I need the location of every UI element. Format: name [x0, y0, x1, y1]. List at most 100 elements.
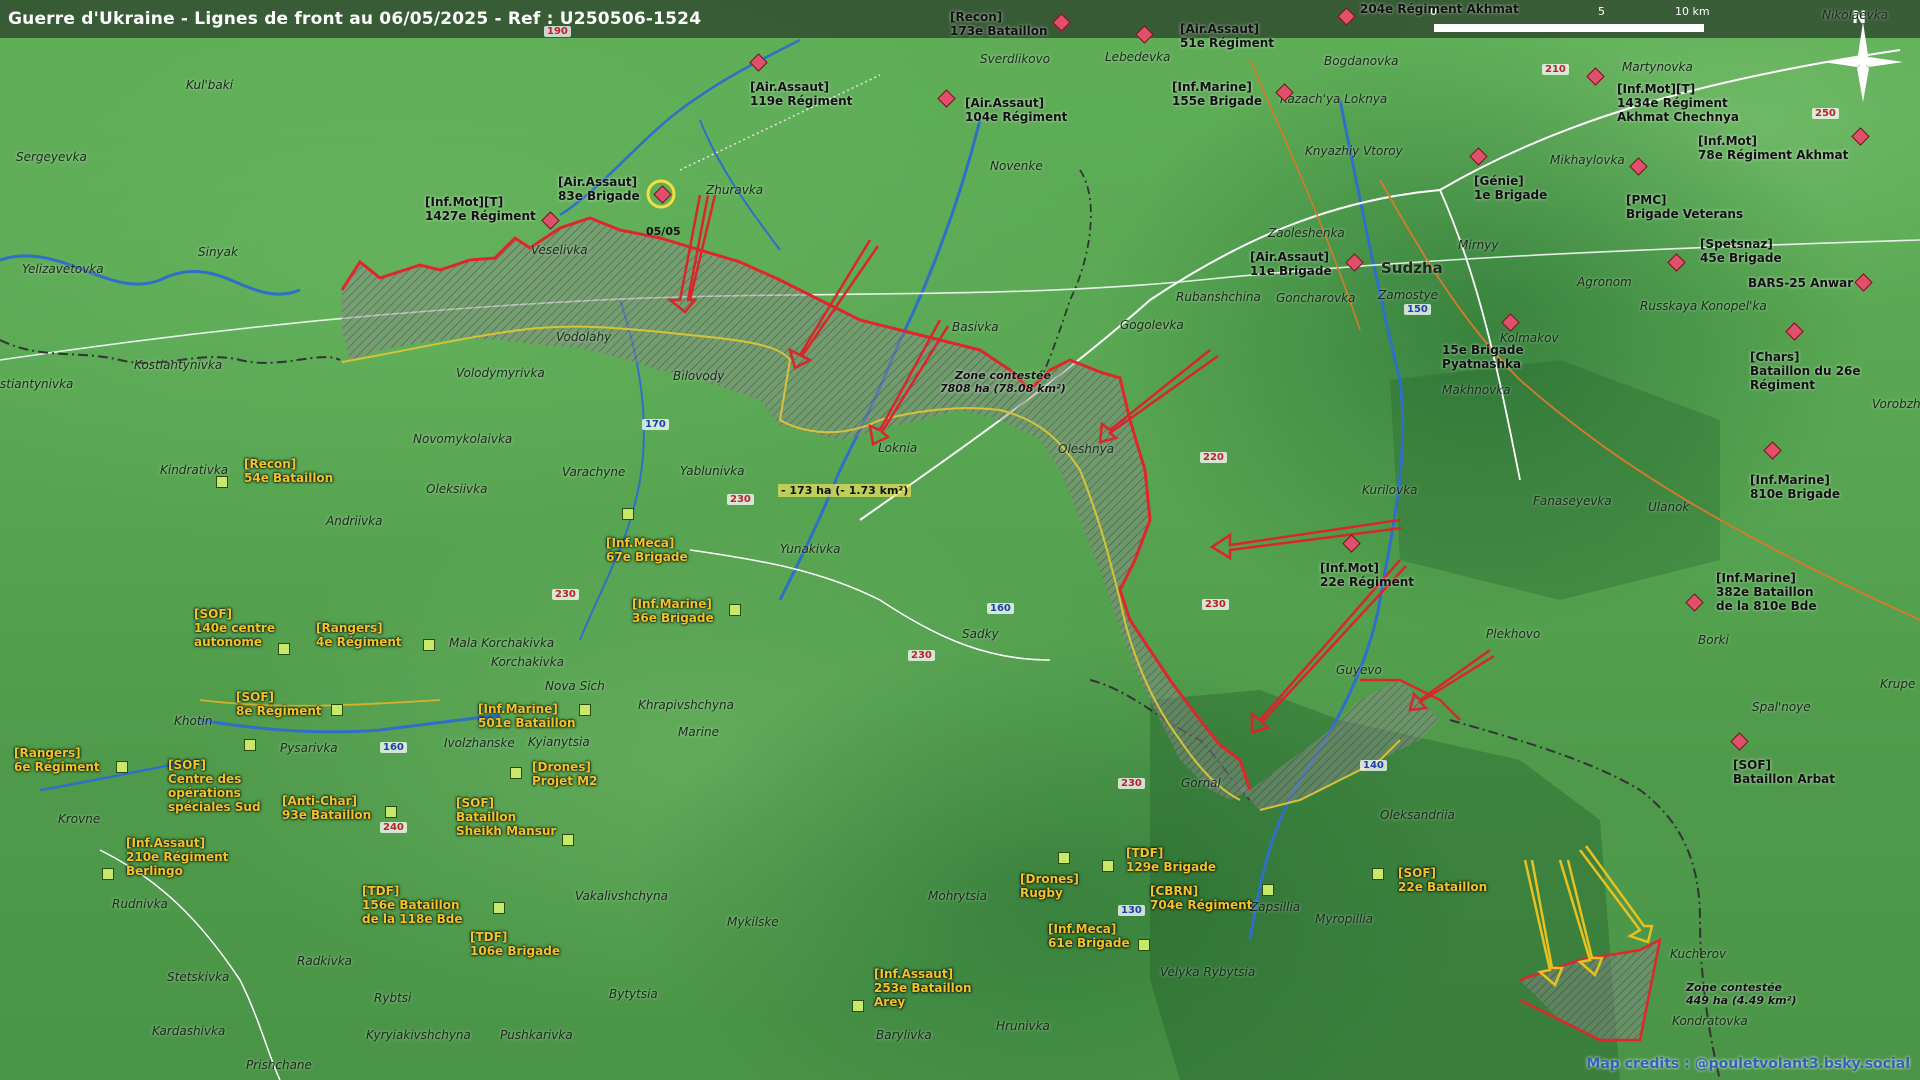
town-label: Khotin — [174, 714, 213, 728]
ua-unit-marker[interactable] — [116, 761, 128, 773]
ua-unit-label[interactable]: [Rangers] 4e Régiment — [316, 621, 402, 649]
ua-unit-marker[interactable] — [510, 767, 522, 779]
map-canvas[interactable]: Guerre d'Ukraine - Lignes de front au 06… — [0, 0, 1920, 1080]
town-label: Velyka Rybytsia — [1160, 965, 1256, 979]
town-label: Kucherov — [1670, 947, 1727, 961]
ru-unit-label[interactable]: [Inf.Mot] 22e Régiment — [1320, 561, 1414, 589]
town-label: Yablunivka — [680, 464, 745, 478]
ua-unit-marker[interactable] — [852, 1000, 864, 1012]
town-label: Goncharovka — [1276, 291, 1356, 305]
ua-unit-marker[interactable] — [331, 704, 343, 716]
ua-unit-label[interactable]: [SOF] 8e Régiment — [236, 690, 322, 718]
ua-unit-label[interactable]: [SOF] 140e centre autonome — [194, 607, 275, 649]
ua-unit-label[interactable]: [Drones] Projet M2 — [532, 760, 597, 788]
ua-unit-marker[interactable] — [622, 508, 634, 520]
ua-unit-marker[interactable] — [729, 604, 741, 616]
ru-unit-label[interactable]: [Recon] 173e Bataillon — [950, 10, 1048, 38]
town-label: Gogolevka — [1120, 318, 1184, 332]
map-title: Guerre d'Ukraine - Lignes de front au 06… — [8, 9, 702, 29]
ru-unit-label[interactable]: [Chars] Bataillon du 26e Régiment — [1750, 350, 1861, 392]
ua-unit-marker[interactable] — [1372, 868, 1384, 880]
town-label: Marine — [678, 725, 719, 739]
ua-unit-label[interactable]: [Inf.Meca] 67e Brigade — [606, 536, 688, 564]
ua-unit-label[interactable]: [Inf.Meca] 61e Brigade — [1048, 922, 1130, 950]
ua-unit-marker[interactable] — [1262, 884, 1274, 896]
ua-unit-marker[interactable] — [493, 902, 505, 914]
town-label: Vorobzh — [1872, 397, 1920, 411]
town-label: Sinyak — [198, 245, 238, 259]
ru-unit-label[interactable]: 204e Régiment Akhmat — [1360, 2, 1519, 16]
ru-unit-label[interactable]: [SOF] Bataillon Arbat — [1733, 758, 1835, 786]
town-label: Bogdanovka — [1324, 54, 1399, 68]
town-label: Vakalivshchyna — [575, 889, 668, 903]
ua-unit-label[interactable]: [SOF] Bataillon Sheikh Mansur — [456, 796, 556, 838]
town-label: Mohrytsia — [928, 889, 987, 903]
scale-mid: 5 — [1598, 5, 1605, 18]
ua-unit-marker[interactable] — [216, 476, 228, 488]
town-label: Borki — [1698, 633, 1729, 647]
ru-unit-label[interactable]: BARS-25 Anwar — [1748, 276, 1853, 290]
ru-unit-label[interactable]: 15e Brigade Pyatnashka — [1442, 343, 1524, 371]
road-number: 230 — [552, 589, 579, 600]
ua-unit-marker[interactable] — [244, 739, 256, 751]
town-label: Prishchane — [246, 1058, 312, 1072]
ru-unit-label[interactable]: [Inf.Mot] 78e Régiment Akhmat — [1698, 134, 1848, 162]
ru-unit-label[interactable]: [Inf.Mot][T] 1434e Régiment Akhmat Chechny… — [1617, 82, 1739, 124]
ua-unit-marker[interactable] — [579, 704, 591, 716]
ua-unit-label[interactable]: [Inf.Assaut] 210e Régiment Berlingo — [126, 836, 228, 878]
ua-unit-label[interactable]: [Drones] Rugby — [1020, 872, 1079, 900]
ua-unit-label[interactable]: [Anti-Char] 93e Bataillon — [282, 794, 371, 822]
town-label: Fanaseyevka — [1533, 494, 1612, 508]
ru-unit-label[interactable]: [Air.Assaut] 104e Régiment — [965, 96, 1067, 124]
ua-unit-label[interactable]: [TDF] 106e Brigade — [470, 930, 560, 958]
ru-unit-label[interactable]: [Inf.Marine] 155e Brigade — [1172, 80, 1262, 108]
town-label: Russkaya Konopel'ka — [1640, 299, 1767, 313]
ua-unit-marker[interactable] — [423, 639, 435, 651]
ru-unit-label[interactable]: [Air.Assaut] 119e Régiment — [750, 80, 852, 108]
ua-unit-marker[interactable] — [102, 868, 114, 880]
date-marker: 05/05 — [646, 225, 681, 238]
ua-unit-label[interactable]: [CBRN] 704e Régiment — [1150, 884, 1252, 912]
ua-unit-label[interactable]: [Rangers] 6e Régiment — [14, 746, 100, 774]
town-label: Guyevo — [1336, 663, 1382, 677]
ua-unit-label[interactable]: [Recon] 54e Bataillon — [244, 457, 333, 485]
town-label: Bytytsia — [609, 987, 658, 1001]
ua-unit-label[interactable]: [Inf.Marine] 36e Brigade — [632, 597, 714, 625]
ua-unit-marker[interactable] — [1138, 939, 1150, 951]
ru-unit-label[interactable]: [Génie] 1e Brigade — [1474, 174, 1547, 202]
ua-unit-marker[interactable] — [1058, 852, 1070, 864]
ru-unit-label[interactable]: [Inf.Mot][T] 1427e Régiment — [425, 195, 536, 223]
ua-unit-label[interactable]: [TDF] 156e Bataillon de la 118e Bde — [362, 884, 463, 926]
town-label: Kul'baki — [186, 78, 234, 92]
ua-unit-label[interactable]: [SOF] 22e Bataillon — [1398, 866, 1487, 894]
map-credits[interactable]: Map credits : @pouletvolant3.bsky.social — [1586, 1056, 1910, 1072]
road-number: 150 — [1404, 304, 1431, 315]
road-number: 230 — [1202, 599, 1229, 610]
ru-unit-label[interactable]: [Inf.Marine] 810e Brigade — [1750, 473, 1840, 501]
town-label: Kostiantynivka — [134, 358, 223, 372]
town-label: Radkivka — [297, 954, 352, 968]
town-label: Spal'noye — [1752, 700, 1811, 714]
ru-unit-label[interactable]: [PMC] Brigade Veterans — [1626, 193, 1743, 221]
town-label: Bilovody — [673, 369, 725, 383]
town-label-major: Sudzha — [1381, 259, 1443, 277]
town-label: Barylivka — [876, 1028, 932, 1042]
town-label: Varachyne — [562, 465, 626, 479]
ua-unit-label[interactable]: [TDF] 129e Brigade — [1126, 846, 1216, 874]
ua-unit-marker[interactable] — [278, 643, 290, 655]
ua-unit-label[interactable]: [SOF] Centre des opérations spéciales Sud — [168, 758, 261, 814]
ru-unit-label[interactable]: [Spetsnaz] 45e Brigade — [1700, 237, 1782, 265]
town-label: Knyazhiy Vtoroy — [1305, 144, 1403, 158]
ua-unit-marker[interactable] — [385, 806, 397, 818]
ua-unit-marker[interactable] — [1102, 860, 1114, 872]
road-number: 210 — [1542, 64, 1569, 75]
road-number: 190 — [544, 26, 571, 37]
ua-unit-label[interactable]: [Inf.Assaut] 253e Bataillon Arey — [874, 967, 972, 1009]
ru-unit-label[interactable]: [Air.Assaut] 51e Régiment — [1180, 22, 1274, 50]
town-label: Krupe — [1880, 677, 1916, 691]
ru-unit-label[interactable]: [Air.Assaut] 11e Brigade — [1250, 250, 1332, 278]
ru-unit-label[interactable]: [Inf.Marine] 382e Bataillon de la 810e Bde — [1716, 571, 1817, 613]
ua-unit-marker[interactable] — [562, 834, 574, 846]
ua-unit-label[interactable]: [Inf.Marine] 501e Bataillon — [478, 702, 576, 730]
ru-unit-label[interactable]: [Air.Assaut] 83e Brigade — [558, 175, 640, 203]
